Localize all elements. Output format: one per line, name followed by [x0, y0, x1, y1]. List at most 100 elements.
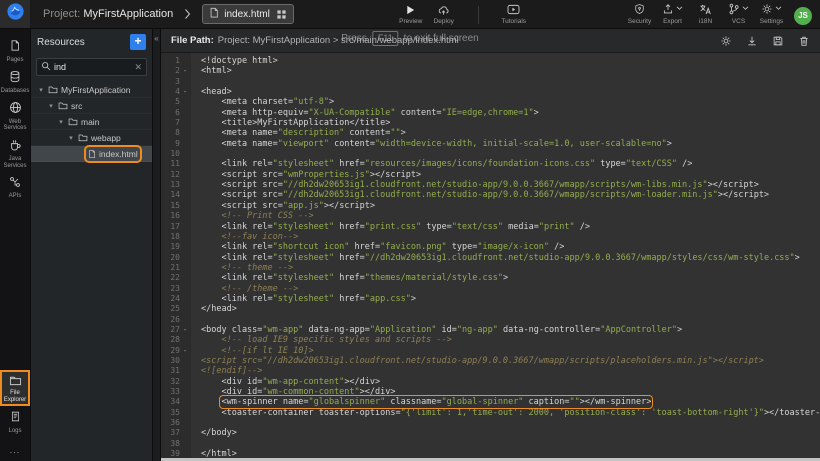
code-line-29[interactable]: <!--[if lt IE 10]> — [201, 346, 820, 356]
code-line-8[interactable]: <meta name="description" content=""> — [201, 128, 820, 138]
code-gutter[interactable]: 12-34-5678910111213141516171819202122232… — [161, 53, 191, 458]
code-line-36[interactable] — [201, 418, 820, 428]
resources-header: Resources + — [31, 29, 152, 55]
code-line-9[interactable]: <meta name="viewport" content="width=dev… — [201, 139, 820, 149]
settings-icon[interactable] — [720, 35, 732, 47]
code-line-16[interactable]: <!-- Print CSS --> — [201, 211, 820, 221]
tree-row-main[interactable]: ▾main — [31, 114, 152, 130]
search-input[interactable] — [54, 62, 131, 72]
code-editor[interactable]: 12-34-5678910111213141516171819202122232… — [161, 53, 820, 458]
tree-row-webapp[interactable]: ▾webapp — [31, 130, 152, 146]
add-resource-button[interactable]: + — [130, 34, 146, 50]
code-line-5[interactable]: <meta charset="utf-8"> — [201, 97, 820, 107]
code-line-23[interactable]: <!-- /theme --> — [201, 284, 820, 294]
panel-collapse-strip[interactable]: « — [152, 29, 160, 461]
code-line-13[interactable]: <script src="//dh2dw20653ig1.cloudfront.… — [201, 180, 820, 190]
tree-row-src[interactable]: ▾src — [31, 98, 152, 114]
code-line-26[interactable] — [201, 315, 820, 325]
code-line-37[interactable]: </body> — [201, 428, 820, 438]
preview-button[interactable]: Preview — [394, 4, 427, 25]
tree-row-index-html[interactable]: index.html — [31, 146, 152, 162]
tree-row-myfirstapplication[interactable]: ▾MyFirstApplication — [31, 82, 152, 98]
fold-spacer — [180, 128, 190, 138]
sidebar-item-databases[interactable]: Databases — [0, 66, 30, 97]
sidebar-item-label: Java Services — [1, 156, 29, 169]
search-box[interactable]: ✕ — [36, 58, 147, 76]
security-button[interactable]: Security — [623, 4, 656, 25]
deploy-label: Deploy — [434, 18, 454, 25]
code-line-28[interactable]: <!-- load IE9 specific styles and script… — [201, 335, 820, 345]
code-line-12[interactable]: <script src="wmProperties.js"></script> — [201, 170, 820, 180]
studio-window: Project: MyFirstApplication index.html P… — [0, 0, 820, 461]
tree-expand-icon[interactable]: ▾ — [37, 86, 45, 94]
fold-marker[interactable]: - — [180, 66, 190, 76]
code-line-33[interactable]: <div id="wm-common-content"></div> — [201, 387, 820, 397]
code-line-30[interactable]: <script src="//dh2dw20653ig1.cloudfront.… — [201, 356, 820, 366]
i18n-icon — [699, 3, 712, 17]
code-line-17[interactable]: <link rel="stylesheet" href="print.css" … — [201, 222, 820, 232]
fold-marker[interactable]: - — [180, 325, 190, 335]
resources-panel: Resources + ✕ ▾MyFirstApplication▾src▾ma… — [30, 29, 152, 461]
sidebar-item-webservices[interactable]: Web Services — [0, 97, 30, 135]
export-button[interactable]: Export — [656, 4, 689, 25]
code-line-34[interactable]: <wm-spinner name="globalspinner" classna… — [201, 397, 820, 407]
gutter-line: 11 — [161, 159, 190, 169]
code-line-7[interactable]: <title>MyFirstApplication</title> — [201, 118, 820, 128]
line-number: 24 — [161, 294, 180, 304]
sidebar-item-fileexplorer[interactable]: File Explorer — [0, 370, 30, 407]
sidebar-item-javaservices[interactable]: Java Services — [0, 135, 30, 173]
fold-spacer — [180, 149, 190, 159]
code-line-38[interactable] — [201, 439, 820, 449]
grid-menu-icon[interactable] — [276, 9, 287, 20]
code-lines[interactable]: <!doctype html><html> <head> <meta charse… — [191, 53, 820, 458]
pathbar-actions — [720, 35, 810, 47]
code-line-3[interactable] — [201, 77, 820, 87]
code-line-21[interactable]: <!-- theme --> — [201, 263, 820, 273]
sidebar-more-button[interactable]: ... — [10, 437, 21, 461]
code-line-35[interactable]: <toaster-container toaster-options="{'li… — [201, 408, 820, 418]
collapse-panel-icon[interactable]: « — [154, 34, 158, 43]
code-line-2[interactable]: <html> — [201, 66, 820, 76]
tree-expand-icon[interactable]: ▾ — [47, 102, 55, 110]
code-line-15[interactable]: <script src="app.js"></script> — [201, 201, 820, 211]
download-icon[interactable] — [746, 35, 758, 47]
pages-icon — [9, 39, 21, 55]
deploy-button[interactable]: Deploy — [427, 4, 460, 25]
line-number: 11 — [161, 159, 180, 169]
code-line-14[interactable]: <script src="//dh2dw20653ig1.cloudfront.… — [201, 190, 820, 200]
save-icon[interactable] — [772, 35, 784, 47]
tree-expand-icon[interactable]: ▾ — [67, 134, 75, 142]
sidebar-item-pages[interactable]: Pages — [0, 35, 30, 66]
sidebar-item-apis[interactable]: APIs — [0, 172, 30, 202]
sidebar-item-logs[interactable]: Logs — [0, 406, 30, 437]
code-line-32[interactable]: <div id="wm-app-content"></div> — [201, 377, 820, 387]
code-line-25[interactable]: </head> — [201, 304, 820, 314]
fold-spacer — [180, 232, 190, 242]
vcs-button[interactable]: VCS — [722, 4, 755, 25]
code-line-11[interactable]: <link rel="stylesheet" href="resources/i… — [201, 159, 820, 169]
tree-expand-icon[interactable]: ▾ — [57, 118, 65, 126]
code-line-19[interactable]: <link rel="shortcut icon" href="favicon.… — [201, 242, 820, 252]
code-line-4[interactable]: <head> — [201, 87, 820, 97]
code-line-18[interactable]: <!--fav icon--> — [201, 232, 820, 242]
tutorials-button[interactable]: Tutorials — [497, 4, 530, 25]
code-line-24[interactable]: <link rel="stylesheet" href="app.css"> — [201, 294, 820, 304]
fold-marker[interactable]: - — [180, 346, 190, 356]
code-line-6[interactable]: <meta http-equiv="X-UA-Compatible" conte… — [201, 108, 820, 118]
code-line-27[interactable]: <body class="wm-app" data-ng-app="Applic… — [201, 325, 820, 335]
tab-index-html[interactable]: index.html — [202, 4, 294, 24]
line-number: 20 — [161, 253, 180, 263]
app-logo[interactable] — [0, 0, 30, 28]
code-line-1[interactable]: <!doctype html> — [201, 56, 820, 66]
delete-icon[interactable] — [798, 35, 810, 47]
clear-search-icon[interactable]: ✕ — [134, 63, 142, 72]
code-line-31[interactable]: <![endif]--> — [201, 366, 820, 376]
code-line-39[interactable]: </html> — [201, 449, 820, 458]
code-line-22[interactable]: <link rel="stylesheet" href="themes/mate… — [201, 273, 820, 283]
code-line-10[interactable] — [201, 149, 820, 159]
i18n-button[interactable]: i18N — [689, 4, 722, 25]
settings-button[interactable]: Settings — [755, 4, 788, 25]
code-line-20[interactable]: <link rel="stylesheet" href="//dh2dw2065… — [201, 253, 820, 263]
user-avatar[interactable]: JS — [794, 7, 812, 25]
fold-marker[interactable]: - — [180, 87, 190, 97]
